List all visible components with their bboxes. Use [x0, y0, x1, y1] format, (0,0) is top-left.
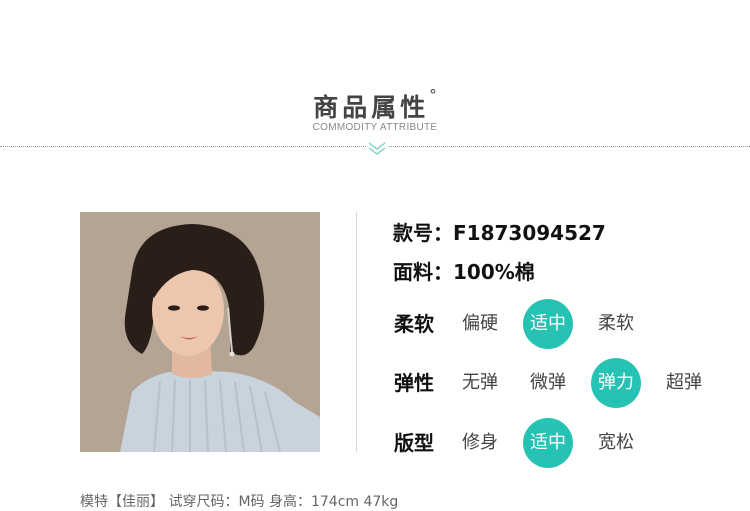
- fit-option-regular: 适中: [523, 418, 573, 468]
- attribute-label-softness: 柔软: [394, 312, 434, 336]
- softness-option-soft: 柔软: [598, 313, 634, 334]
- elasticity-option-super: 超弹: [666, 372, 702, 393]
- fit-option-slim: 修身: [462, 432, 498, 453]
- attribute-row-fit: 版型 修身 适中 宽松: [394, 418, 734, 468]
- attribute-row-elasticity: 弹性 无弹 微弹 弹力 超弹: [394, 358, 734, 408]
- elasticity-option-elastic: 弹力: [591, 358, 641, 408]
- attribute-label-elasticity: 弹性: [394, 371, 434, 395]
- softness-option-medium: 适中: [523, 299, 573, 349]
- fabric-info: 面料：100%棉: [393, 260, 535, 284]
- section-title-text: 商品属性: [313, 93, 430, 122]
- softness-option-hard: 偏硬: [462, 313, 498, 334]
- model-photo: [80, 212, 320, 452]
- attribute-label-fit: 版型: [394, 431, 434, 455]
- vertical-divider: [356, 212, 357, 452]
- fit-option-loose: 宽松: [598, 432, 634, 453]
- section-subtitle: COMMODITY ATTRIBUTE: [312, 122, 438, 133]
- section-header: 商品属性° COMMODITY ATTRIBUTE: [0, 0, 750, 160]
- model-caption: 模特【佳丽】 试穿尺码：M码 身高：174cm 47kg: [80, 494, 399, 510]
- section-title: 商品属性°: [0, 86, 750, 124]
- style-number: 款号：F1873094527: [393, 221, 606, 245]
- elasticity-option-none: 无弹: [462, 372, 498, 393]
- elasticity-option-slight: 微弹: [530, 372, 566, 393]
- double-chevron-down-icon: [366, 140, 388, 156]
- attribute-row-softness: 柔软 偏硬 适中 柔软: [394, 299, 734, 349]
- section-title-mark: °: [429, 86, 437, 104]
